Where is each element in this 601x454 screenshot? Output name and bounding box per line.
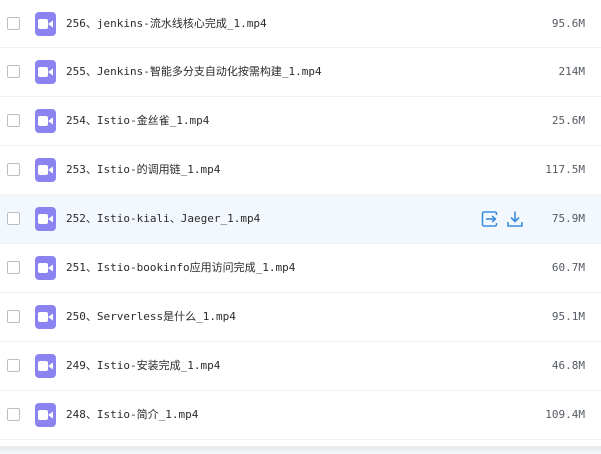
file-row[interactable]: 249、Istio-安装完成_1.mp4 46.8M	[0, 342, 601, 391]
file-size: 60.7M	[551, 261, 585, 274]
file-row[interactable]: 254、Istio-金丝雀_1.mp4 25.6M	[0, 97, 601, 146]
file-row[interactable]: 248、Istio-简介_1.mp4 109.4M	[0, 391, 601, 440]
row-checkbox[interactable]	[7, 16, 20, 30]
video-file-icon	[35, 305, 56, 329]
video-file-icon	[35, 256, 56, 280]
file-row[interactable]: 253、Istio-的调用链_1.mp4 117.5M	[0, 146, 601, 195]
file-row[interactable]: 255、Jenkins-智能多分支自动化按需构建_1.mp4 214M	[0, 48, 601, 97]
file-name[interactable]: 252、Istio-kiali、Jaeger_1.mp4	[66, 211, 260, 227]
file-name[interactable]: 255、Jenkins-智能多分支自动化按需构建_1.mp4	[66, 64, 322, 80]
video-file-icon	[35, 403, 56, 427]
video-file-icon	[35, 207, 56, 231]
file-size: 75.9M	[551, 212, 585, 225]
file-size: 95.1M	[551, 310, 585, 323]
file-name[interactable]: 254、Istio-金丝雀_1.mp4	[66, 113, 209, 129]
file-size: 46.8M	[551, 359, 585, 372]
row-checkbox[interactable]	[7, 359, 20, 372]
file-name[interactable]: 249、Istio-安装完成_1.mp4	[66, 358, 220, 374]
file-row[interactable]: 251、Istio-bookinfo应用访问完成_1.mp4 60.7M	[0, 244, 601, 293]
file-row[interactable]: 250、Serverless是什么_1.mp4 95.1M	[0, 293, 601, 342]
row-checkbox[interactable]	[7, 65, 20, 78]
file-size: 214M	[558, 65, 586, 78]
file-size: 109.4M	[545, 408, 585, 421]
video-file-icon	[35, 158, 56, 182]
file-name[interactable]: 253、Istio-的调用链_1.mp4	[66, 162, 220, 178]
file-row[interactable]: 252、Istio-kiali、Jaeger_1.mp4 75.9M	[0, 195, 601, 244]
file-name[interactable]: 251、Istio-bookinfo应用访问完成_1.mp4	[66, 260, 295, 276]
video-file-icon	[35, 354, 56, 378]
row-checkbox[interactable]	[7, 310, 20, 323]
file-size: 25.6M	[551, 114, 585, 127]
row-checkbox[interactable]	[7, 163, 20, 176]
row-checkbox[interactable]	[7, 261, 20, 274]
row-checkbox[interactable]	[7, 408, 20, 421]
row-checkbox[interactable]	[7, 114, 20, 127]
file-row[interactable]: 256、jenkins-流水线核心完成_1.mp4 95.6M	[0, 0, 601, 48]
row-checkbox[interactable]	[7, 212, 20, 225]
share-icon[interactable]	[481, 210, 499, 228]
file-size: 117.5M	[545, 163, 585, 176]
file-name[interactable]: 248、Istio-简介_1.mp4	[66, 407, 198, 423]
file-name[interactable]: 256、jenkins-流水线核心完成_1.mp4	[66, 16, 267, 32]
video-file-icon	[35, 109, 56, 133]
download-icon[interactable]	[506, 210, 524, 228]
list-bottom-edge	[0, 446, 601, 454]
file-list: 256、jenkins-流水线核心完成_1.mp4 95.6M 255、Jenk…	[0, 0, 601, 440]
file-name[interactable]: 250、Serverless是什么_1.mp4	[66, 309, 236, 325]
file-size: 95.6M	[551, 16, 585, 30]
video-file-icon	[35, 11, 56, 36]
video-file-icon	[35, 60, 56, 84]
